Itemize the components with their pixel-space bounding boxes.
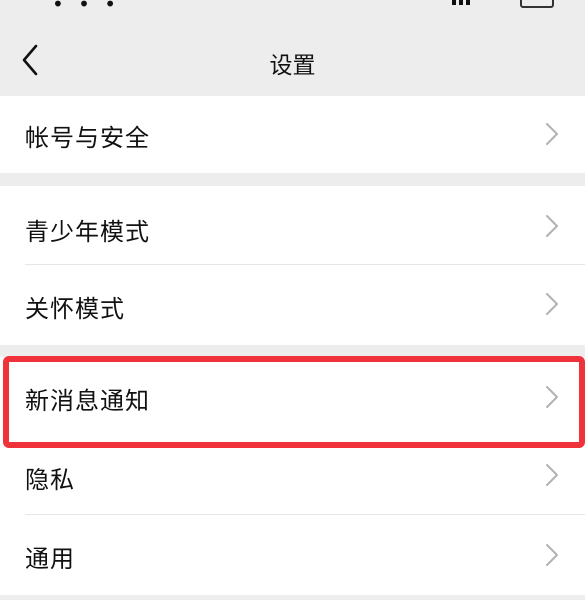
battery-icon [520,0,554,8]
chevron-right-icon [546,464,558,486]
settings-item-label: 隐私 [25,466,75,494]
settings-item-new-message-notification[interactable]: 新消息通知 [0,357,585,436]
page-title: 设置 [269,53,316,79]
settings-item-label: 关怀模式 [25,295,125,323]
settings-group-general: 新消息通知 隐私 通用 [0,357,585,595]
settings-item-privacy[interactable]: 隐私 [0,436,585,515]
status-bar-time-partial: • • • [52,0,121,16]
chevron-right-icon [546,123,558,145]
settings-item-label: 通用 [25,545,75,573]
signal-icon [452,0,482,5]
settings-group-account: 帐号与安全 [0,96,585,173]
settings-group-modes: 青少年模式 关怀模式 [0,186,585,345]
settings-item-care-mode[interactable]: 关怀模式 [0,265,585,345]
settings-item-general[interactable]: 通用 [0,515,585,595]
chevron-right-icon [546,544,558,566]
settings-item-label: 青少年模式 [25,218,150,246]
chevron-right-icon [546,293,558,315]
status-bar: • • • [0,0,585,22]
settings-item-label: 帐号与安全 [25,124,150,152]
navigation-header: 设置 [0,22,585,96]
settings-item-account-security[interactable]: 帐号与安全 [0,96,585,173]
settings-item-label: 新消息通知 [25,387,150,415]
chevron-right-icon [546,215,558,237]
settings-item-teen-mode[interactable]: 青少年模式 [0,186,585,265]
chevron-right-icon [546,386,558,408]
